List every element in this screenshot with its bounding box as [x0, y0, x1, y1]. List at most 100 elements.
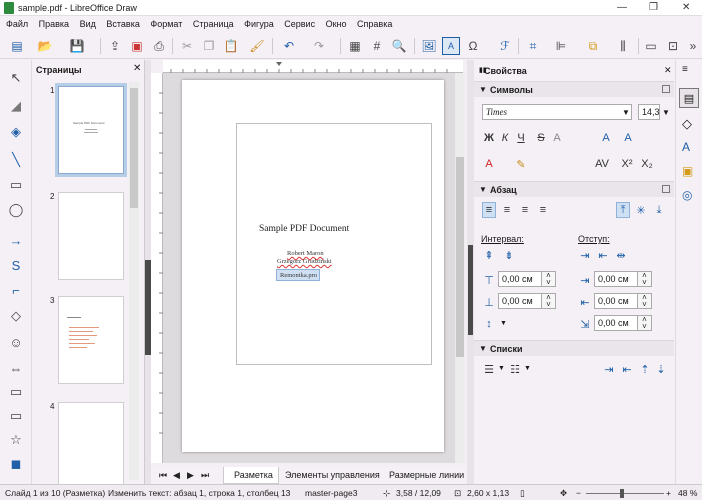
special-char-icon[interactable]: Ω: [464, 37, 482, 55]
canvas-scrollbar[interactable]: [455, 73, 465, 463]
vertical-ruler[interactable]: [151, 73, 163, 463]
list-outdent-icon[interactable]: ⇤: [620, 362, 634, 376]
zoom-slider-thumb[interactable]: [620, 489, 624, 498]
bullet-list-icon[interactable]: ☰: [482, 362, 496, 376]
bullet-list-dropdown-icon[interactable]: ▼: [498, 365, 505, 372]
stars-icon[interactable]: ☆: [4, 430, 28, 450]
export-icon[interactable]: ⇪: [106, 37, 124, 55]
first-page-icon[interactable]: ⏮: [159, 470, 167, 481]
shadow-text-icon[interactable]: A: [550, 130, 564, 146]
menu-window[interactable]: Окно: [322, 16, 351, 29]
decrease-indent-icon[interactable]: ⇤: [596, 248, 610, 262]
fill-color-icon[interactable]: ◈: [4, 122, 28, 142]
menu-format[interactable]: Формат: [146, 16, 186, 29]
curve-icon[interactable]: S: [4, 255, 28, 275]
font-size-dropdown-icon[interactable]: ▼: [662, 108, 670, 117]
close-panel-icon[interactable]: ✕: [133, 63, 141, 74]
selected-textbox[interactable]: Remontka.pro: [276, 269, 320, 281]
numbered-list-icon[interactable]: ☷: [508, 362, 522, 376]
spacing-above-spinner[interactable]: ˄ ˅: [542, 271, 556, 287]
menu-tools[interactable]: Сервис: [280, 16, 319, 29]
align-center-icon[interactable]: ≡: [500, 202, 514, 218]
more-icon[interactable]: »: [684, 37, 702, 55]
zoom-out-icon[interactable]: −: [576, 488, 581, 498]
maximize-button[interactable]: ❐: [649, 2, 658, 13]
gallery-tab-icon[interactable]: ▣: [682, 164, 693, 178]
line-spacing-dropdown-icon[interactable]: ▼: [500, 320, 507, 327]
navigator-tab-icon[interactable]: ◎: [682, 188, 692, 202]
align-left-icon[interactable]: ≡: [482, 202, 496, 218]
grow-font-icon[interactable]: A: [598, 130, 614, 146]
close-button[interactable]: ✕: [682, 2, 690, 13]
shadow-icon[interactable]: ▭: [642, 37, 660, 55]
horizontal-ruler[interactable]: [163, 60, 463, 73]
line-spacing-icon[interactable]: ↕: [482, 316, 496, 332]
zoom-slider[interactable]: [586, 493, 664, 494]
minimize-button[interactable]: —: [617, 2, 627, 13]
new-doc-icon[interactable]: ▤: [8, 37, 26, 55]
shrink-font-icon[interactable]: A: [620, 130, 636, 146]
zoom-icon[interactable]: 🔍: [390, 37, 408, 55]
highlight-icon[interactable]: ✎: [514, 156, 528, 172]
paragraph-section-header[interactable]: ▼ Абзац: [474, 181, 674, 197]
copy-icon[interactable]: ❐: [200, 37, 218, 55]
font-color-icon[interactable]: A: [482, 156, 496, 172]
fontwork-icon[interactable]: ℱ: [496, 37, 514, 55]
line-icon[interactable]: ╲: [4, 150, 28, 170]
lists-section-header[interactable]: ▼ Списки: [474, 340, 674, 356]
indent-before-field[interactable]: 0,00 см: [594, 271, 638, 287]
select-icon[interactable]: ↖: [4, 68, 28, 88]
connector-icon[interactable]: ⌐: [4, 280, 28, 300]
redo-icon[interactable]: ↷: [310, 37, 328, 55]
distribute-icon[interactable]: ⫼: [614, 37, 632, 55]
font-name-field[interactable]: Times: [482, 104, 632, 120]
image-icon[interactable]: 🖼: [420, 37, 438, 55]
symbol-shapes-icon[interactable]: ☺: [4, 332, 28, 352]
menu-page[interactable]: Страница: [189, 16, 238, 29]
doc-author-2[interactable]: Grzegorz Grudziński: [277, 258, 332, 265]
increase-spacing-icon[interactable]: ⇞: [482, 248, 496, 262]
page-thumb-2[interactable]: [58, 192, 124, 280]
italic-icon[interactable]: К: [498, 130, 512, 146]
indent-after-spinner[interactable]: ˄ ˅: [638, 293, 652, 309]
fit-page-icon[interactable]: ✥: [560, 488, 567, 499]
align-right-icon[interactable]: ≡: [518, 202, 532, 218]
callouts-icon[interactable]: ▭: [4, 406, 28, 426]
characters-section-header[interactable]: ▼ Символы: [474, 81, 674, 97]
align-middle-icon[interactable]: ✳: [634, 202, 648, 218]
decrease-spacing-icon[interactable]: ⇟: [502, 248, 516, 262]
align-icon[interactable]: ⊫: [552, 37, 570, 55]
flowchart-icon[interactable]: ▭: [4, 382, 28, 402]
helplines-icon[interactable]: #: [368, 37, 386, 55]
cut-icon[interactable]: ✂: [178, 37, 196, 55]
last-page-icon[interactable]: ⏭: [201, 470, 209, 481]
ellipse-icon[interactable]: ◯: [4, 200, 28, 220]
increase-indent-icon[interactable]: ⇥: [578, 248, 592, 262]
strikethrough-icon[interactable]: S: [534, 130, 548, 146]
menu-shape[interactable]: Фигура: [240, 16, 278, 29]
page-thumb-1[interactable]: Sample PDF Document: [55, 83, 127, 177]
properties-tab-icon[interactable]: ▤: [679, 88, 699, 108]
textbox-icon[interactable]: A: [442, 37, 460, 55]
block-arrows-icon[interactable]: ⇔: [4, 358, 28, 378]
open-folder-icon[interactable]: 📂: [36, 37, 54, 55]
spacing-above-field[interactable]: 0,00 см: [498, 271, 542, 287]
list-move-down-icon[interactable]: ⇣: [654, 362, 668, 376]
list-indent-icon[interactable]: ⇥: [602, 362, 616, 376]
page-thumb-4[interactable]: [58, 402, 124, 490]
tab-controls[interactable]: Элементы управления: [285, 470, 380, 480]
undo-icon[interactable]: ↶: [280, 37, 298, 55]
menu-help[interactable]: Справка: [353, 16, 396, 29]
font-name-dropdown-icon[interactable]: ▼: [622, 108, 630, 117]
sidebar-menu-icon[interactable]: ≡: [682, 64, 688, 75]
next-page-icon[interactable]: ▶: [187, 470, 194, 481]
menu-view[interactable]: Вид: [76, 16, 100, 29]
arrow-line-icon[interactable]: →: [4, 230, 28, 250]
fontwork-tab-icon[interactable]: A: [682, 140, 690, 154]
clone-format-icon[interactable]: 🖌: [248, 37, 266, 55]
spacing-below-spinner[interactable]: ˄ ˅: [542, 293, 556, 309]
hanging-indent-icon[interactable]: ⇹: [614, 248, 628, 262]
spacing-icon[interactable]: AV: [594, 156, 610, 172]
styles-tab-icon[interactable]: ◇: [682, 116, 692, 132]
export-pdf-icon[interactable]: ▣: [128, 37, 146, 55]
